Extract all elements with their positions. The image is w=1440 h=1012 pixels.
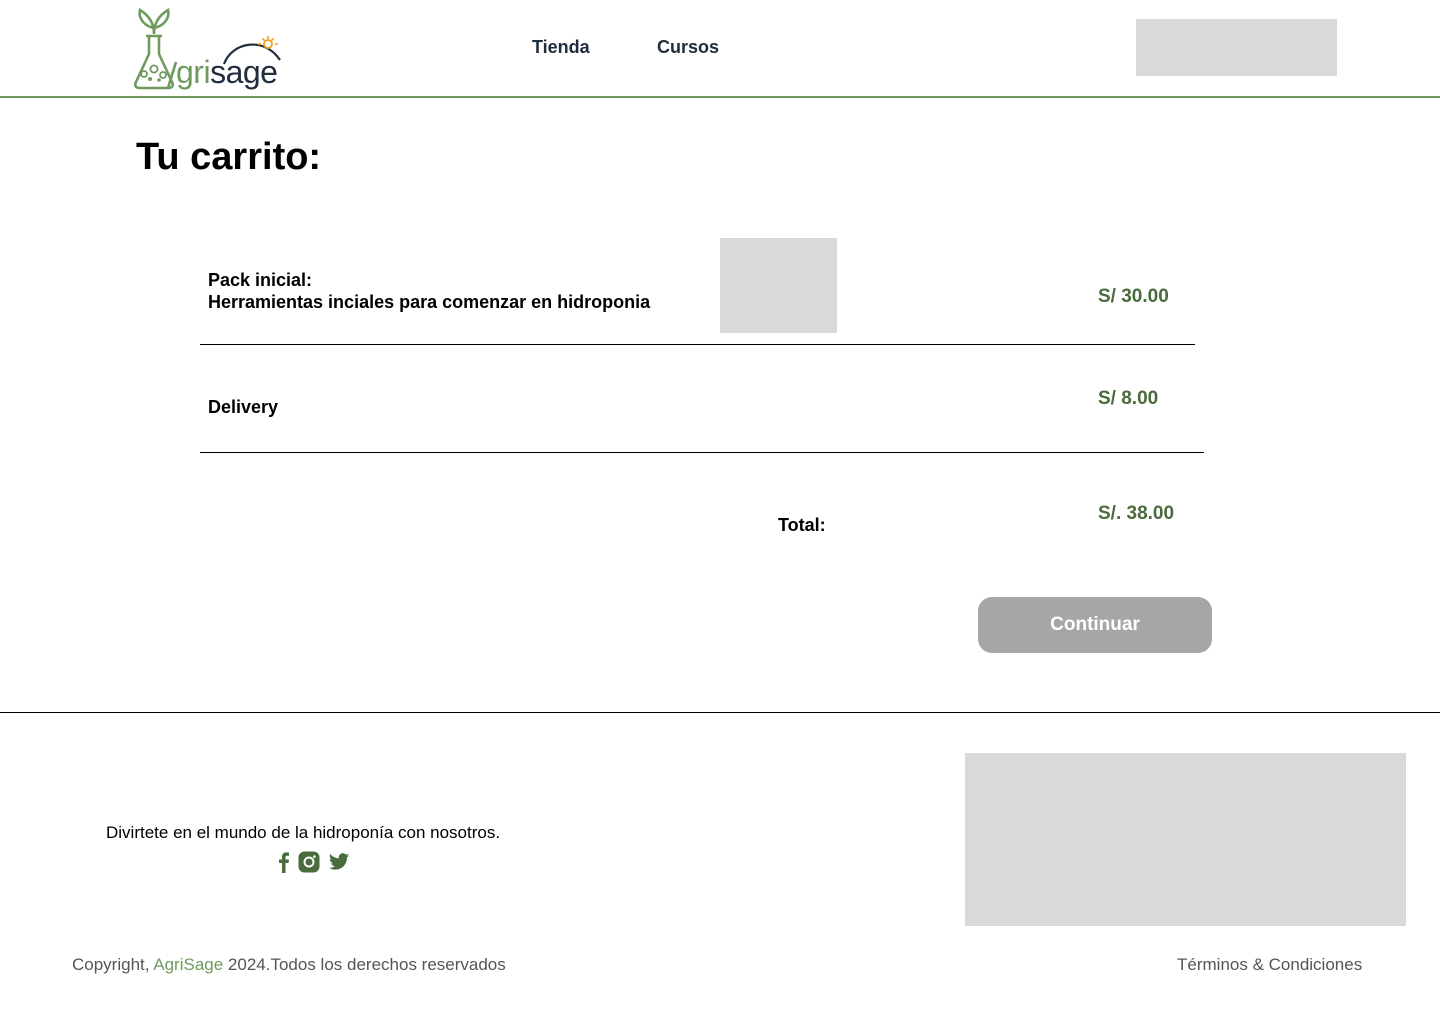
logo-wordmark-gri: gri [176,54,211,90]
twitter-icon[interactable] [328,851,350,873]
delivery-label: Delivery [208,397,279,417]
header-image-placeholder [1136,19,1337,76]
cart-item-image-placeholder [720,238,837,333]
total-price: S/. 38.00 [1098,503,1175,524]
facebook-icon[interactable] [273,851,295,873]
nav-cursos-link[interactable]: Cursos [657,37,719,58]
terms-link[interactable]: Términos & Condiciones [1177,955,1362,975]
copyright-text: Copyright, AgriSage 2024.Todos los derec… [72,955,506,975]
site-header: grisage Tienda Cursos [0,0,1440,98]
footer-divider [0,712,1440,713]
instagram-icon-graphic [298,851,320,873]
copyright-prefix: Copyright, [72,955,154,974]
cart-divider [200,452,1204,453]
continue-button[interactable]: Continuar [978,597,1212,653]
footer-image-placeholder [965,753,1406,926]
copyright-brand: AgriSage [153,955,224,974]
page-title: Tu carrito: [136,136,322,178]
cart-item-description: Herramientas inciales para comenzar en h… [208,292,651,312]
facebook-icon-graphic [279,852,289,873]
cart-item-title: Pack inicial: [208,270,313,290]
cart-item-price: S/ 30.00 [1098,286,1169,307]
delivery-price: S/ 8.00 [1098,388,1159,409]
agrisage-logo[interactable]: grisage [132,6,288,94]
total-label: Total: [778,515,826,535]
footer-tagline: Divirtete en el mundo de la hidroponía c… [106,823,501,842]
instagram-icon[interactable] [298,851,320,873]
copyright-suffix: 2024.Todos los derechos reservados [223,955,506,974]
logo-wordmark-sage: sage [210,54,278,90]
cart-divider [200,344,1195,345]
logo-wordmark: grisage [176,54,278,90]
twitter-icon-graphic [328,853,350,870]
nav-tienda-link[interactable]: Tienda [532,37,590,58]
header-divider [0,96,1440,98]
